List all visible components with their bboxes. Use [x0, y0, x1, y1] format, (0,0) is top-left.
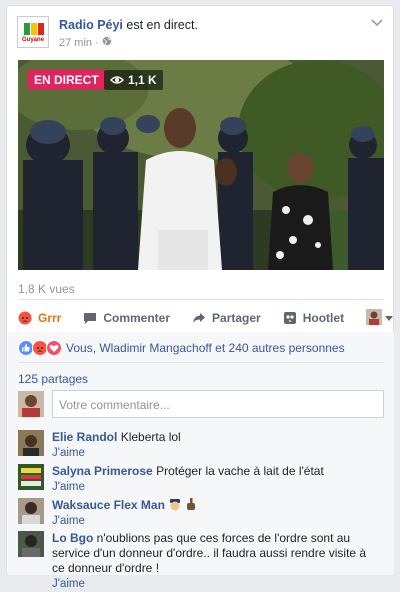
view-count: 1,8 K vues	[18, 282, 75, 296]
page-avatar[interactable]: Guyane	[17, 16, 49, 48]
caret-down-icon	[385, 311, 394, 325]
comment-body: Elie Randol Kleberta lol J'aime	[52, 430, 382, 461]
comment-like-link[interactable]: J'aime	[52, 481, 85, 493]
comment-composer: Votre commentaire...	[18, 390, 384, 418]
feedback-section: Vous, Wladimir Mangachoff et 240 autres …	[8, 332, 394, 590]
comment-like-link[interactable]: J'aime	[52, 447, 85, 459]
police-officer-emoji-icon	[168, 498, 185, 512]
post-time[interactable]: 27 min	[59, 37, 92, 49]
author-line: Radio Péyi est en direct.	[59, 18, 198, 32]
viewer-count-badge: 1,1 K	[104, 70, 163, 90]
logo-text: Guyane	[21, 37, 44, 43]
comment-label: Commenter	[103, 311, 171, 325]
eye-icon	[110, 75, 124, 85]
comment-icon	[83, 311, 97, 325]
commenter-name[interactable]: Waksauce Flex Man	[52, 498, 165, 512]
reactions-summary[interactable]: Vous, Wladimir Mangachoff et 240 autres …	[18, 340, 345, 356]
video-frame	[18, 60, 384, 270]
hootlet-button[interactable]: Hootlet	[283, 311, 344, 325]
chevron-down-icon[interactable]	[371, 16, 383, 30]
commenter-avatar[interactable]	[18, 531, 44, 557]
author-name[interactable]: Radio Péyi	[59, 18, 123, 32]
angry-reaction-icon	[18, 311, 32, 325]
logo-bars	[24, 23, 44, 35]
user-avatar-small	[366, 308, 383, 328]
current-user-avatar	[18, 391, 44, 417]
comment-button[interactable]: Commenter	[83, 311, 170, 325]
live-status: est en direct.	[122, 18, 198, 32]
commenter-avatar[interactable]	[18, 430, 44, 456]
comment-body: Salyna Primerose Protéger la vache à lai…	[52, 464, 382, 495]
grrr-reaction-button[interactable]: Grrr	[18, 311, 61, 325]
live-video[interactable]: EN DIRECT 1,1 K	[18, 60, 384, 270]
divider	[18, 362, 384, 363]
globe-icon	[102, 36, 112, 49]
comment-body: Waksauce Flex Man J'aime	[52, 498, 382, 529]
comment-text: Protéger la vache à lait de l'état	[156, 464, 324, 478]
dot-separator: ·	[95, 37, 102, 49]
share-label: Partager	[212, 311, 261, 325]
comment-text: n'oublions pas que ces forces de l'ordre…	[52, 531, 367, 575]
post-as-selector[interactable]	[366, 308, 394, 328]
divider	[18, 299, 384, 300]
commenter-avatar[interactable]	[18, 464, 44, 490]
comment-input[interactable]: Votre commentaire...	[52, 390, 384, 418]
comment-like-link[interactable]: J'aime	[52, 515, 85, 527]
share-icon	[192, 311, 206, 325]
viewer-count: 1,1 K	[128, 73, 157, 87]
hootlet-owl-icon	[283, 311, 297, 325]
comment-body: Lo Bgo n'oublions pas que ces forces de …	[52, 531, 382, 592]
reactions-text: Vous, Wladimir Mangachoff et 240 autres …	[66, 341, 345, 355]
post-meta: 27 min ·	[59, 36, 112, 49]
share-button[interactable]: Partager	[192, 311, 261, 325]
share-count[interactable]: 125 partages	[18, 372, 88, 386]
hootlet-label: Hootlet	[302, 311, 345, 325]
commenter-name[interactable]: Lo Bgo	[52, 531, 93, 545]
action-bar: Grrr Commenter Partager Hootlet	[18, 304, 394, 332]
middle-finger-emoji-icon	[186, 498, 196, 512]
post-card: Guyane Radio Péyi est en direct. 27 min …	[6, 5, 394, 590]
love-icon	[46, 340, 62, 356]
commenter-name[interactable]: Salyna Primerose	[52, 464, 153, 478]
post-header: Guyane Radio Péyi est en direct. 27 min …	[17, 16, 385, 56]
live-badge: EN DIRECT	[28, 70, 105, 90]
grrr-label: Grrr	[38, 311, 62, 325]
commenter-avatar[interactable]	[18, 498, 44, 524]
comment-text: Kleberta lol	[120, 430, 181, 444]
commenter-name[interactable]: Elie Randol	[52, 430, 117, 444]
